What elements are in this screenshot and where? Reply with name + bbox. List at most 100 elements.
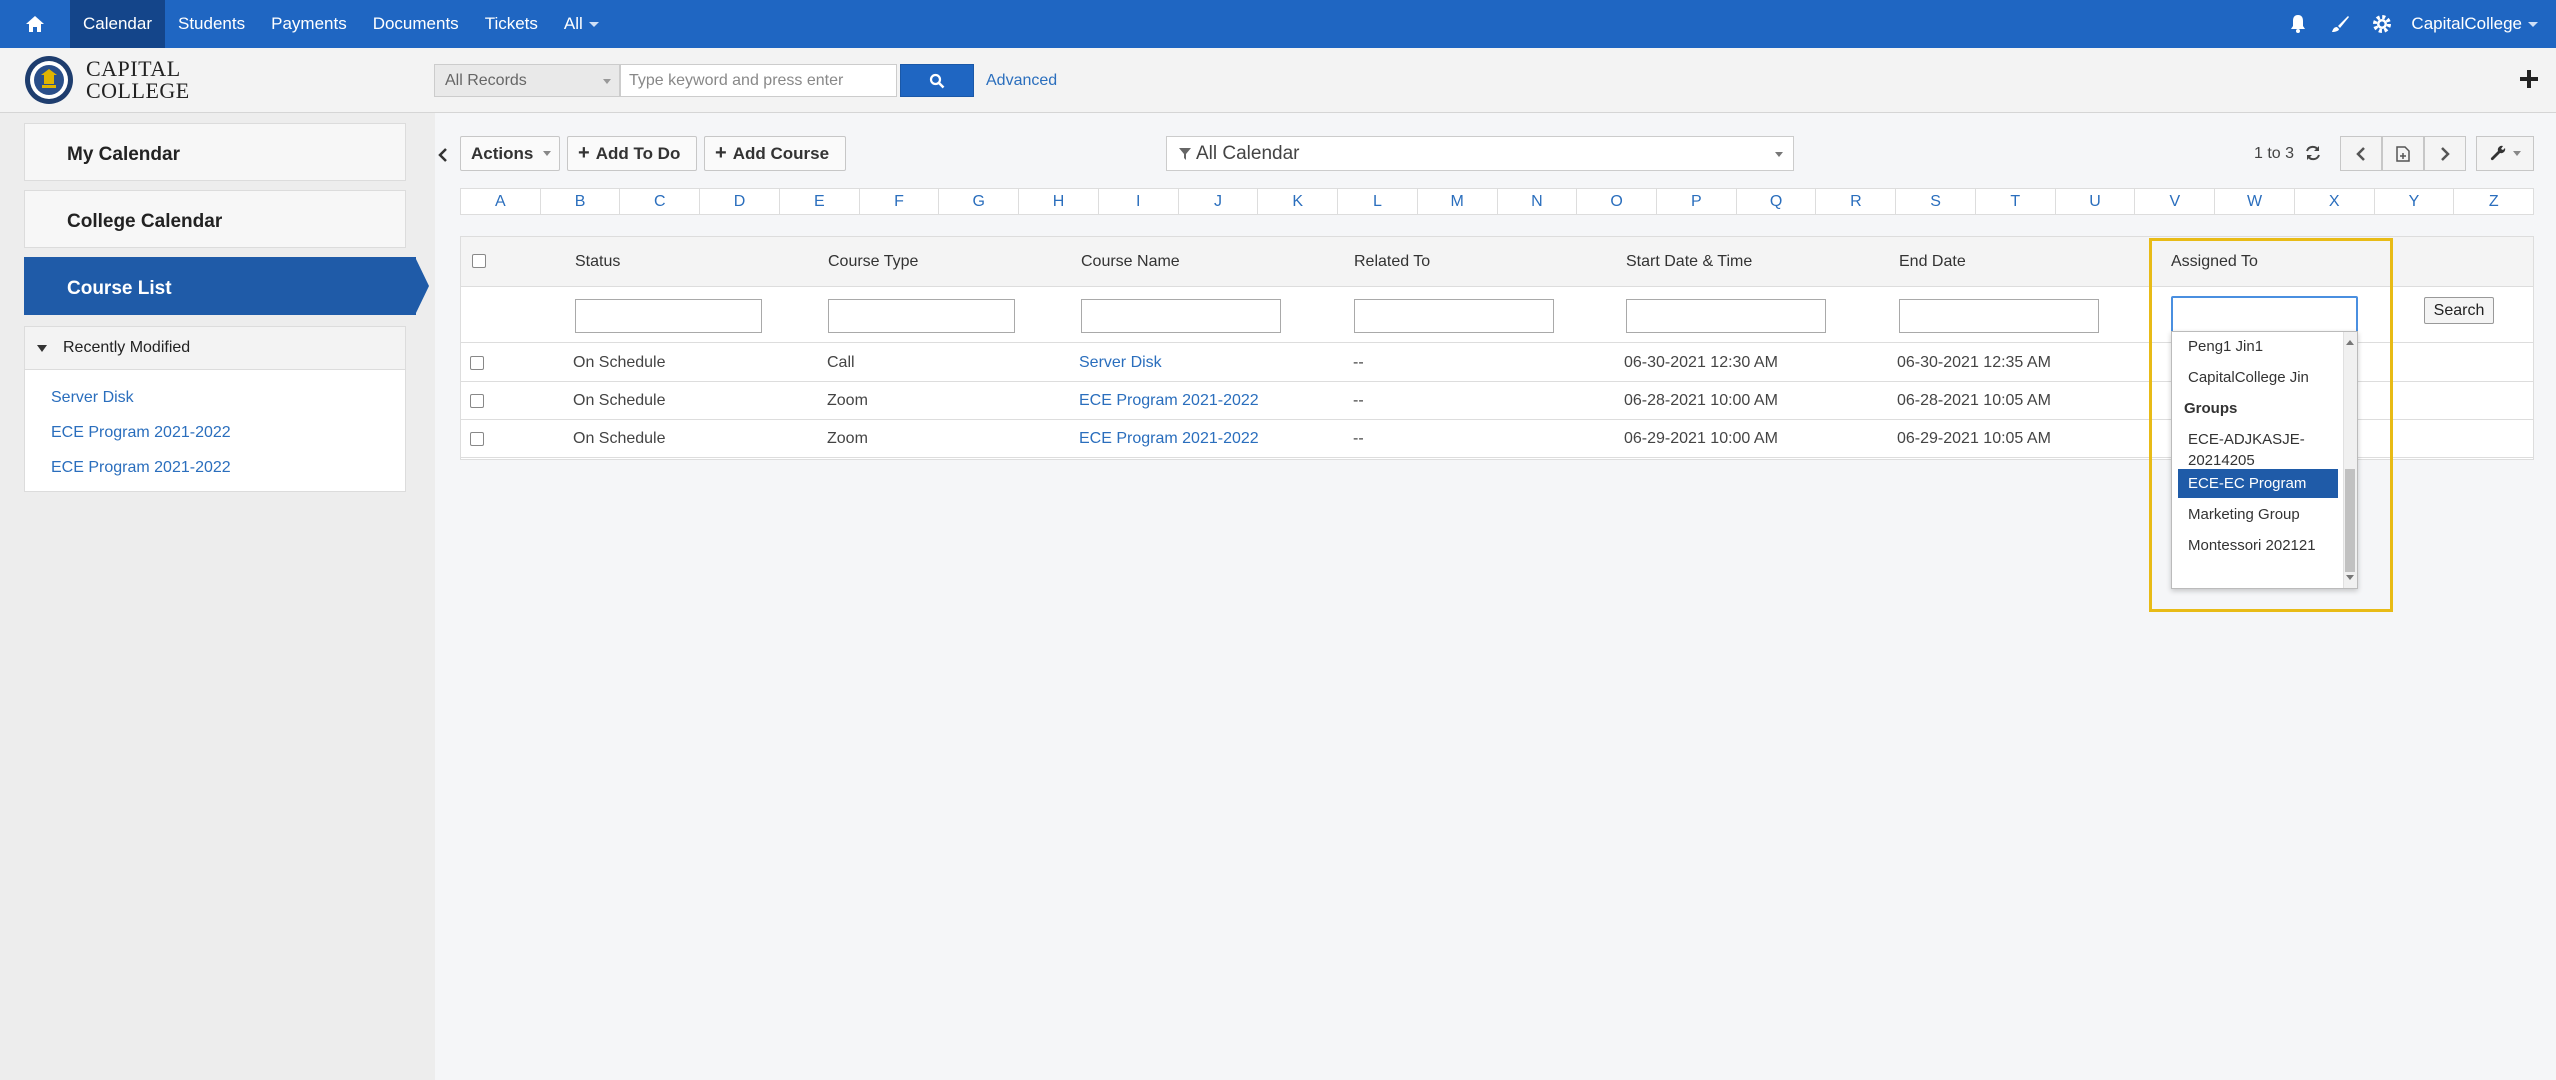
next-page-button[interactable]	[2424, 136, 2466, 171]
header-status[interactable]: Status	[575, 253, 620, 271]
sidebar: My Calendar College Calendar Course List…	[0, 113, 435, 1080]
recent-link[interactable]: ECE Program 2021-2022	[25, 450, 405, 485]
course-type-filter-input[interactable]	[828, 299, 1015, 333]
alpha-letter-o[interactable]: O	[1577, 189, 1658, 214]
college-logo[interactable]: CAPITAL COLLEGE	[24, 55, 190, 105]
records-select[interactable]: All Records	[434, 64, 620, 97]
table-search-button[interactable]: Search	[2424, 297, 2494, 324]
row-checkbox[interactable]	[470, 432, 484, 446]
wrench-icon	[2490, 145, 2506, 160]
keyword-search-input[interactable]	[620, 64, 897, 97]
nav-payments[interactable]: Payments	[258, 0, 360, 48]
assigned-to-filter-input[interactable]	[2171, 296, 2358, 336]
calendar-filter-select[interactable]: All Calendar	[1166, 136, 1794, 171]
alpha-letter-x[interactable]: X	[2295, 189, 2375, 214]
add-course-button[interactable]: + Add Course	[704, 136, 846, 171]
sidebar-item-course-list[interactable]: Course List	[24, 257, 429, 315]
dropdown-option[interactable]: CapitalCollege Jin	[2178, 363, 2338, 392]
actions-button[interactable]: Actions	[460, 136, 560, 171]
scroll-up-icon[interactable]	[2346, 340, 2354, 345]
chevron-left-icon	[2356, 146, 2365, 161]
row-checkbox[interactable]	[470, 394, 484, 408]
alpha-letter-e[interactable]: E	[780, 189, 860, 214]
header-course-name[interactable]: Course Name	[1081, 253, 1180, 271]
refresh-icon[interactable]	[2300, 140, 2326, 166]
alpha-letter-a[interactable]: A	[461, 189, 541, 214]
add-icon[interactable]	[2514, 64, 2544, 94]
alpha-letter-b[interactable]: B	[541, 189, 621, 214]
alpha-letter-q[interactable]: Q	[1737, 189, 1817, 214]
alpha-letter-t[interactable]: T	[1976, 189, 2056, 214]
export-button[interactable]	[2382, 136, 2424, 171]
dropdown-scrollbar[interactable]	[2343, 332, 2357, 588]
alpha-letter-l[interactable]: L	[1338, 189, 1418, 214]
header-course-type[interactable]: Course Type	[828, 253, 918, 271]
cell-type: Zoom	[827, 430, 868, 447]
alpha-letter-c[interactable]: C	[620, 189, 701, 214]
chevron-down-icon	[2528, 21, 2538, 27]
sidebar-item-my-calendar[interactable]: My Calendar	[24, 123, 406, 181]
alpha-letter-j[interactable]: J	[1179, 189, 1259, 214]
cell-name[interactable]: ECE Program 2021-2022	[1079, 392, 1259, 410]
cell-status: On Schedule	[573, 392, 666, 409]
alpha-letter-v[interactable]: V	[2135, 189, 2216, 214]
alpha-letter-h[interactable]: H	[1019, 189, 1099, 214]
alpha-letter-u[interactable]: U	[2056, 189, 2136, 214]
alpha-letter-i[interactable]: I	[1099, 189, 1179, 214]
nav-documents[interactable]: Documents	[360, 0, 472, 48]
cell-name[interactable]: Server Disk	[1079, 354, 1162, 372]
gear-icon[interactable]	[2361, 0, 2403, 48]
user-menu[interactable]: CapitalCollege	[2403, 14, 2556, 34]
advanced-search-link[interactable]: Advanced	[986, 72, 1057, 90]
alpha-letter-p[interactable]: P	[1657, 189, 1737, 214]
sidebar-item-college-calendar[interactable]: College Calendar	[24, 190, 406, 248]
alpha-letter-w[interactable]: W	[2215, 189, 2295, 214]
nav-calendar[interactable]: Calendar	[70, 0, 165, 48]
alpha-letter-y[interactable]: Y	[2375, 189, 2455, 214]
alpha-letter-z[interactable]: Z	[2454, 189, 2533, 214]
brush-icon[interactable]	[2319, 0, 2361, 48]
nav-students[interactable]: Students	[165, 0, 258, 48]
course-name-filter-input[interactable]	[1081, 299, 1281, 333]
scroll-down-icon[interactable]	[2346, 575, 2354, 580]
search-button[interactable]	[900, 64, 974, 97]
recent-link[interactable]: Server Disk	[25, 380, 405, 415]
end-date-filter-input[interactable]	[1899, 299, 2099, 333]
dropdown-option[interactable]: ECE-ADJKASJE-20214205	[2178, 425, 2338, 475]
recently-modified-header[interactable]: Recently Modified	[25, 327, 405, 370]
recent-link[interactable]: ECE Program 2021-2022	[25, 415, 405, 450]
alpha-letter-r[interactable]: R	[1816, 189, 1897, 214]
alpha-letter-f[interactable]: F	[860, 189, 940, 214]
alpha-letter-n[interactable]: N	[1498, 189, 1578, 214]
nav-all[interactable]: All	[551, 0, 612, 48]
alpha-letter-s[interactable]: S	[1896, 189, 1976, 214]
scrollbar-thumb[interactable]	[2345, 469, 2355, 572]
select-all-checkbox[interactable]	[472, 254, 486, 268]
seal-icon	[25, 56, 73, 104]
recently-modified-title: Recently Modified	[63, 339, 191, 356]
alpha-letter-d[interactable]: D	[700, 189, 780, 214]
row-checkbox[interactable]	[470, 356, 484, 370]
bell-icon[interactable]	[2277, 0, 2319, 48]
header-related-to[interactable]: Related To	[1354, 253, 1430, 271]
tools-button[interactable]	[2476, 136, 2534, 171]
dropdown-group-label: Groups	[2184, 400, 2238, 417]
home-icon[interactable]	[0, 0, 70, 48]
header-end-date[interactable]: End Date	[1899, 253, 1966, 271]
prev-page-button[interactable]	[2340, 136, 2382, 171]
alpha-letter-k[interactable]: K	[1258, 189, 1339, 214]
start-date-filter-input[interactable]	[1626, 299, 1826, 333]
related-to-filter-input[interactable]	[1354, 299, 1554, 333]
add-todo-button[interactable]: + Add To Do	[567, 136, 697, 171]
dropdown-option[interactable]: Marketing Group	[2178, 500, 2338, 529]
alpha-letter-g[interactable]: G	[939, 189, 1020, 214]
cell-name[interactable]: ECE Program 2021-2022	[1079, 430, 1259, 448]
cell-status: On Schedule	[573, 430, 666, 447]
nav-tickets[interactable]: Tickets	[472, 0, 551, 48]
dropdown-option[interactable]: Montessori 202121	[2178, 531, 2338, 560]
collapse-sidebar-icon[interactable]	[436, 145, 450, 165]
alpha-letter-m[interactable]: M	[1418, 189, 1498, 214]
status-filter-input[interactable]	[575, 299, 762, 333]
header-start-date[interactable]: Start Date & Time	[1626, 253, 1752, 271]
dropdown-option[interactable]: Peng1 Jin1	[2178, 332, 2338, 361]
